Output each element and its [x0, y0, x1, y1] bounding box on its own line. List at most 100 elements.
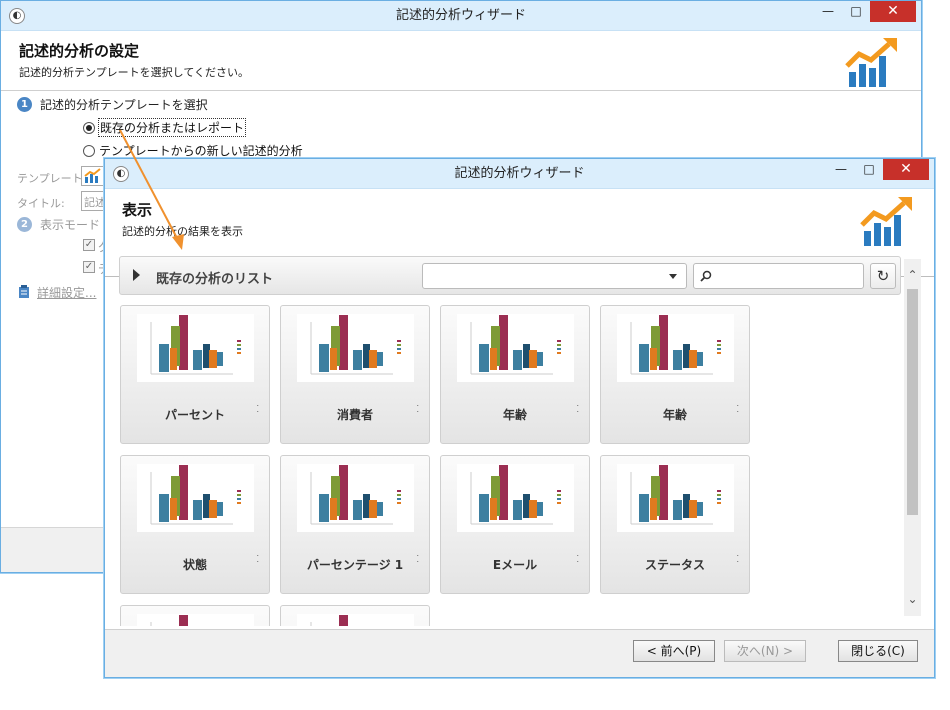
analysis-tile[interactable]: パーセンテージ 1 ˙ ˙: [280, 455, 430, 594]
front-header-subtitle: 記述的分析の結果を表示: [122, 225, 243, 238]
step-1-label: 記述的分析テンプレートを選択: [40, 98, 208, 112]
advanced-settings-link[interactable]: 詳細設定...: [37, 284, 96, 301]
front-window-title: 記述的分析ウィザード: [454, 166, 585, 181]
back-header: 記述的分析の設定 記述的分析テンプレートを選択してください。: [1, 31, 921, 91]
tile-options-icon[interactable]: ˙ ˙: [576, 556, 581, 571]
tile-thumbnail: [297, 614, 414, 626]
analysis-chart-logo-icon: [860, 197, 912, 246]
step-2-label: 表示モード: [40, 218, 101, 232]
back-header-subtitle: 記述的分析テンプレートを選択してください。: [19, 66, 250, 79]
tile-thumbnail: [297, 464, 414, 532]
filter-dropdown[interactable]: [422, 263, 687, 289]
analysis-tile[interactable]: 年齢 ˙ ˙: [440, 305, 590, 444]
analysis-tile[interactable]: Eメール ˙ ˙: [440, 455, 590, 594]
chart-thumbnail-icon: [470, 315, 561, 375]
radio-new-dot[interactable]: [83, 144, 95, 157]
scroll-up-icon[interactable]: ⌃: [904, 267, 921, 284]
tile-options-icon[interactable]: ˙ ˙: [576, 406, 581, 421]
chart-thumbnail-icon: [150, 615, 188, 626]
analysis-tile[interactable]: 消費者 ˙ ˙: [280, 305, 430, 444]
analysis-list-title: 既存の分析のリスト: [156, 272, 274, 287]
search-field[interactable]: [693, 263, 864, 289]
analysis-tile[interactable]: 状態 ˙ ˙: [120, 455, 270, 594]
front-footer: < 前へ(P) 次へ(N) > 閉じる(C): [105, 629, 934, 677]
tile-options-icon[interactable]: ˙ ˙: [736, 556, 741, 571]
vertical-scrollbar[interactable]: ⌃ ⌄: [904, 259, 921, 616]
tile-thumbnail: [137, 614, 254, 626]
analysis-tile[interactable]: パーセント ˙ ˙: [120, 305, 270, 444]
back-header-title: 記述的分析の設定: [19, 42, 140, 60]
title-field[interactable]: 記述: [81, 191, 105, 211]
tile-thumbnail: [297, 314, 414, 382]
analysis-grid: パーセント ˙ ˙ 消費者 ˙ ˙ 年齢 ˙ ˙ 年齢 ˙ ˙ 状態 ˙ ˙ パーセンテージ 1 ˙ ˙ Eメール ˙…: [119, 304, 901, 626]
tile-thumbnail: [617, 314, 734, 382]
front-wizard-window: ◐ 記述的分析ウィザード — □ ✕ 表示 記述的分析の結果を表示 既存の分析の…: [104, 158, 935, 678]
tile-label: パーセンテージ 1: [306, 558, 404, 572]
expand-triangle-icon[interactable]: [133, 269, 140, 281]
analysis-tile[interactable]: ˙˙: [280, 605, 430, 626]
tile-options-icon[interactable]: ˙ ˙: [256, 556, 261, 571]
display-checkbox-1[interactable]: ✓: [83, 239, 95, 251]
tile-options-icon[interactable]: ˙ ˙: [416, 406, 421, 421]
tile-options-icon[interactable]: ˙ ˙: [256, 406, 261, 421]
tile-label: 状態: [182, 558, 207, 572]
refresh-button[interactable]: ↻: [870, 263, 896, 289]
search-icon: [700, 270, 712, 282]
template-label: テンプレート:: [17, 172, 87, 185]
analysis-tile[interactable]: 年齢 ˙ ˙: [600, 305, 750, 444]
front-titlebar: ◐ 記述的分析ウィザード — □ ✕: [105, 159, 934, 189]
chevron-down-icon: [669, 274, 677, 279]
tile-thumbnail: [457, 464, 574, 532]
step-1-select-template: 1 記述的分析テンプレートを選択: [17, 96, 208, 113]
analysis-list-toolbar: 既存の分析のリスト ↻: [119, 256, 901, 295]
radio-new-from-template[interactable]: テンプレートからの新しい記述的分析: [83, 142, 303, 159]
scroll-down-icon[interactable]: ⌄: [904, 591, 921, 608]
back-window-title: 記述的分析ウィザード: [395, 8, 526, 23]
close-window-button[interactable]: ✕: [870, 1, 916, 22]
chart-thumbnail-icon: [310, 465, 401, 525]
chart-thumbnail-icon: [630, 315, 721, 375]
analysis-tile[interactable]: ˙˙: [120, 605, 270, 626]
maximize-button[interactable]: □: [842, 1, 870, 22]
display-checkbox-2[interactable]: ✓: [83, 261, 95, 273]
template-selector[interactable]: [81, 166, 105, 186]
back-titlebar: ◐ 記述的分析ウィザード — □ ✕: [1, 1, 921, 31]
front-header-title: 表示: [122, 201, 153, 219]
tile-label: ステータス: [644, 558, 705, 572]
tile-options-icon[interactable]: ˙ ˙: [736, 406, 741, 421]
close-button[interactable]: 閉じる(C): [838, 640, 918, 662]
chart-thumbnail-icon: [630, 465, 721, 525]
chart-thumbnail-icon: [310, 615, 348, 626]
tile-thumbnail: [457, 314, 574, 382]
close-window-button[interactable]: ✕: [883, 159, 929, 180]
chart-thumbnail-icon: [310, 315, 401, 375]
chart-thumbnail-icon: [470, 465, 561, 525]
radio-existing-label: 既存の分析またはレポート: [97, 118, 247, 137]
minimize-button[interactable]: —: [814, 1, 842, 22]
minimize-button[interactable]: —: [827, 159, 855, 180]
tile-label: 消費者: [336, 408, 373, 422]
clipboard-icon: [19, 285, 29, 298]
previous-button[interactable]: < 前へ(P): [633, 640, 715, 662]
tile-thumbnail: [137, 314, 254, 382]
template-chart-icon: [84, 168, 101, 183]
step-2-badge: 2: [17, 217, 32, 232]
radio-existing-dot[interactable]: [83, 121, 95, 134]
step-1-badge: 1: [17, 97, 32, 112]
tile-thumbnail: [137, 464, 254, 532]
chart-thumbnail-icon: [150, 315, 241, 375]
analysis-tile[interactable]: ステータス ˙ ˙: [600, 455, 750, 594]
radio-existing-analysis[interactable]: 既存の分析またはレポート: [83, 118, 247, 137]
tile-label: Eメール: [492, 558, 538, 572]
tile-label: 年齢: [662, 408, 687, 422]
scrollbar-thumb[interactable]: [907, 289, 918, 515]
next-button[interactable]: 次へ(N) >: [724, 640, 806, 662]
maximize-button[interactable]: □: [855, 159, 883, 180]
title-label: タイトル:: [17, 197, 65, 210]
refresh-icon: ↻: [876, 267, 890, 285]
chart-thumbnail-icon: [150, 465, 241, 525]
tile-label: 年齢: [502, 408, 527, 422]
tile-options-icon[interactable]: ˙ ˙: [416, 556, 421, 571]
search-input[interactable]: [716, 267, 856, 285]
analysis-chart-logo-icon: [845, 38, 897, 87]
